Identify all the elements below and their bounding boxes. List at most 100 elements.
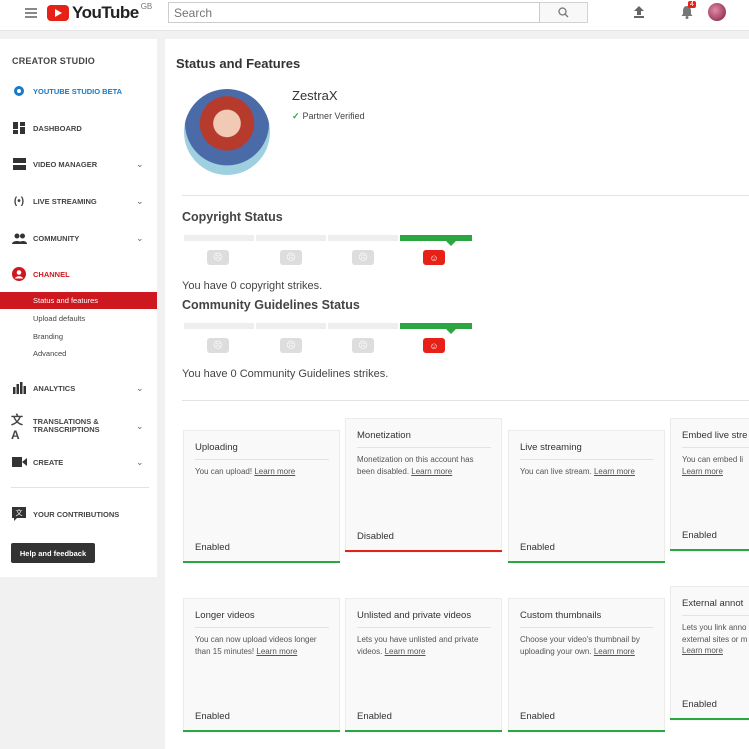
status-label: Enabled	[520, 542, 555, 553]
sidebar-item-live-streaming[interactable]: (•) LIVE STREAMING ⌄	[0, 189, 157, 213]
feature-card-embed-live: Embed live stre You can embed li Learn m…	[670, 418, 749, 551]
neutral-face-icon: ☹	[352, 338, 374, 353]
check-icon: ✓	[292, 111, 300, 121]
feature-card-external-annotations: External annot Lets you link anno extern…	[670, 586, 749, 720]
community-strike-meter	[184, 323, 472, 334]
sidebar-item-video-manager[interactable]: VIDEO MANAGER ⌄	[0, 152, 157, 176]
sidebar-title: CREATOR STUDIO	[12, 56, 95, 66]
sidebar-item-studio-beta[interactable]: YOUTUBE STUDIO BETA	[0, 79, 157, 103]
chevron-down-icon[interactable]: ⌄	[136, 421, 144, 432]
status-label: Enabled	[520, 711, 555, 722]
feature-card-monetization: Monetization Monetization on this accoun…	[345, 418, 502, 552]
search-input[interactable]	[169, 3, 539, 22]
copyright-status-title: Copyright Status	[182, 210, 283, 224]
chevron-down-icon[interactable]: ⌄	[136, 383, 144, 394]
sidebar-subitem-upload-defaults[interactable]: Upload defaults	[0, 310, 157, 327]
status-label: Enabled	[357, 711, 392, 722]
community-status-title: Community Guidelines Status	[182, 298, 360, 312]
sidebar-subitem-advanced[interactable]: Advanced	[0, 345, 157, 362]
people-icon	[11, 231, 27, 245]
feature-card-custom-thumbnails: Custom thumbnails Choose your video's th…	[508, 598, 665, 732]
status-label: Enabled	[682, 530, 717, 541]
neutral-face-icon: ☹	[280, 250, 302, 265]
community-strike-text: You have 0 Community Guidelines strikes.	[182, 368, 389, 380]
sidebar-item-label: TRANSLATIONS & TRANSCRIPTIONS	[33, 416, 100, 434]
learn-more-link[interactable]: Learn more	[594, 647, 635, 656]
meter-pointer	[446, 329, 456, 334]
main-content: Status and Features ZestraX ✓ Partner Ver…	[165, 39, 749, 749]
sidebar-divider	[11, 487, 149, 488]
video-manager-icon	[11, 157, 27, 171]
status-label: Disabled	[357, 531, 394, 542]
sidebar-item-label: CHANNEL	[33, 269, 70, 279]
sidebar-item-channel[interactable]: CHANNEL	[0, 262, 157, 286]
play-icon	[47, 5, 69, 21]
dashboard-icon	[11, 121, 27, 135]
sidebar-subitem-status[interactable]: Status and features	[0, 292, 157, 309]
sidebar-item-translations[interactable]: 文A TRANSLATIONS & TRANSCRIPTIONS ⌄	[0, 412, 157, 442]
account-avatar[interactable]	[708, 3, 726, 21]
translate-icon: 文A	[11, 412, 24, 442]
sad-face-icon: ☹	[207, 250, 229, 265]
svg-text:文: 文	[16, 508, 23, 517]
user-icon	[11, 267, 27, 281]
learn-more-link[interactable]: Learn more	[682, 646, 723, 655]
chevron-down-icon[interactable]: ⌄	[136, 159, 144, 170]
menu-icon[interactable]	[25, 8, 37, 18]
brand-text: YouTube	[72, 3, 139, 22]
divider	[182, 195, 749, 196]
happy-face-icon: ☺	[423, 250, 445, 265]
feature-card-longer-videos: Longer videos You can now upload videos …	[183, 598, 340, 732]
top-bar: YouTube GB 4	[0, 0, 749, 31]
sidebar-item-label: LIVE STREAMING	[33, 196, 97, 206]
sidebar-item-label: YOUR CONTRIBUTIONS	[33, 509, 120, 519]
status-label: Enabled	[682, 699, 717, 710]
region-label: GB	[140, 2, 153, 11]
learn-more-link[interactable]: Learn more	[411, 467, 452, 476]
sidebar: CREATOR STUDIO YOUTUBE STUDIO BETA DASHB…	[0, 39, 157, 577]
live-icon: (•)	[13, 195, 25, 207]
sidebar-item-create[interactable]: CREATE ⌄	[0, 450, 157, 474]
happy-face-icon: ☺	[423, 338, 445, 353]
sidebar-item-label: DASHBOARD	[33, 123, 82, 133]
youtube-logo[interactable]: YouTube GB	[47, 2, 153, 22]
learn-more-link[interactable]: Learn more	[594, 467, 635, 476]
learn-more-link[interactable]: Learn more	[254, 467, 295, 476]
contributions-icon: 文	[11, 507, 27, 521]
sidebar-item-community[interactable]: COMMUNITY ⌄	[0, 226, 157, 250]
sidebar-item-contributions[interactable]: 文 YOUR CONTRIBUTIONS	[0, 502, 157, 526]
sad-face-icon: ☹	[207, 338, 229, 353]
search-button[interactable]	[540, 2, 588, 23]
channel-avatar	[184, 89, 270, 175]
channel-name: ZestraX	[292, 88, 338, 103]
meter-pointer	[446, 241, 456, 246]
upload-icon[interactable]	[632, 5, 646, 19]
gear-icon	[11, 84, 27, 98]
neutral-face-icon: ☹	[352, 250, 374, 265]
chevron-down-icon[interactable]: ⌄	[136, 196, 144, 207]
partner-verified: ✓ Partner Verified	[292, 111, 365, 121]
divider	[182, 400, 749, 401]
sidebar-item-dashboard[interactable]: DASHBOARD	[0, 116, 157, 140]
copyright-strike-text: You have 0 copyright strikes.	[182, 280, 323, 292]
learn-more-link[interactable]: Learn more	[256, 647, 297, 656]
sidebar-item-analytics[interactable]: ANALYTICS ⌄	[0, 376, 157, 400]
learn-more-link[interactable]: Learn more	[385, 647, 426, 656]
sidebar-subitem-branding[interactable]: Branding	[0, 328, 157, 345]
sidebar-item-label: COMMUNITY	[33, 233, 80, 243]
neutral-face-icon: ☹	[280, 338, 302, 353]
sidebar-item-label: ANALYTICS	[33, 383, 76, 393]
notification-badge: 4	[688, 1, 696, 8]
bar-chart-icon	[11, 381, 27, 395]
search-icon	[558, 7, 569, 18]
feature-card-live-streaming: Live streaming You can live stream. Lear…	[508, 430, 665, 563]
learn-more-link[interactable]: Learn more	[682, 467, 723, 476]
page-title: Status and Features	[176, 56, 301, 71]
chevron-down-icon[interactable]: ⌄	[136, 457, 144, 468]
feature-card-unlisted-private: Unlisted and private videos Lets you hav…	[345, 598, 502, 732]
copyright-strike-meter	[184, 235, 472, 246]
chevron-down-icon[interactable]: ⌄	[136, 233, 144, 244]
help-feedback-button[interactable]: Help and feedback	[11, 543, 95, 563]
sidebar-item-label: YOUTUBE STUDIO BETA	[33, 86, 123, 96]
feature-card-uploading: Uploading You can upload! Learn more Ena…	[183, 430, 340, 563]
